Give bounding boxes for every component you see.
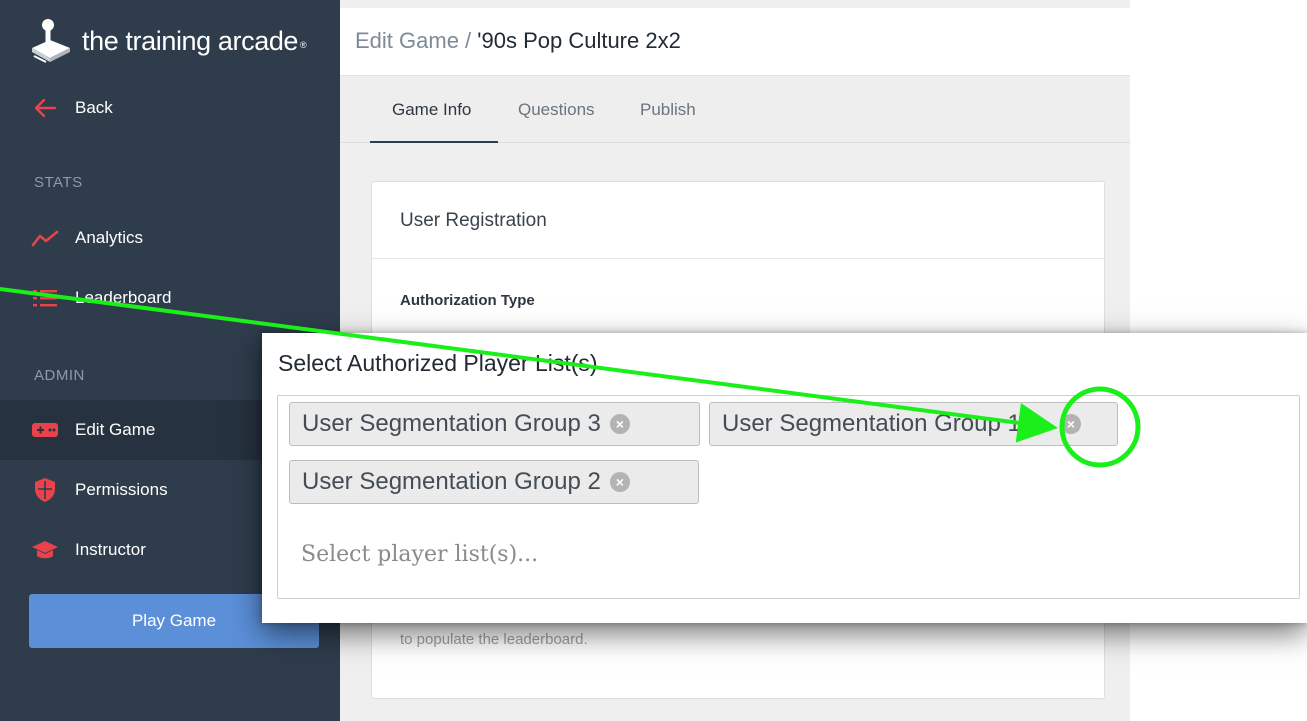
player-list-multiselect[interactable]: User Segmentation Group 3 × User Segment… [277, 395, 1300, 599]
shield-icon [30, 475, 60, 505]
breadcrumb-separator: / [458, 28, 478, 53]
chip-user-segmentation-group-2: User Segmentation Group 2 × [289, 460, 699, 504]
tab-game-info[interactable]: Game Info [370, 77, 498, 143]
section-admin-heading: ADMIN [34, 367, 85, 384]
brand-trademark: ® [300, 40, 307, 50]
arcade-logo-icon [32, 19, 70, 63]
chip-label: User Segmentation Group 1 [722, 410, 1021, 437]
trend-line-icon [30, 223, 60, 253]
back-label: Back [75, 98, 113, 117]
card-divider [372, 258, 1104, 259]
sidebar-item-label: Edit Game [75, 420, 156, 439]
player-list-title: Select Authorized Player List(s) [278, 350, 598, 376]
remove-chip-icon[interactable]: × [609, 414, 630, 434]
tab-questions[interactable]: Questions [518, 77, 595, 143]
leaderboard-help-text: to populate the leaderboard. [400, 631, 588, 648]
sidebar-item-leaderboard[interactable]: Leaderboard [0, 268, 340, 328]
gamepad-icon [30, 415, 60, 445]
section-stats-heading: STATS [34, 174, 83, 191]
tab-publish[interactable]: Publish [640, 77, 696, 143]
breadcrumb-parent[interactable]: Edit Game [355, 28, 459, 53]
arrow-left-icon [30, 93, 60, 123]
sidebar-item-label: Leaderboard [75, 288, 172, 307]
back-link[interactable]: Back [0, 78, 340, 138]
chip-label: User Segmentation Group 2 [302, 468, 601, 495]
chip-user-segmentation-group-3: User Segmentation Group 3 × [289, 402, 700, 446]
chip-user-segmentation-group-1: User Segmentation Group 1 × [709, 402, 1118, 446]
multiselect-placeholder[interactable]: Select player list(s)... [301, 542, 538, 567]
sidebar-item-label: Analytics [75, 228, 144, 247]
remove-chip-icon[interactable]: × [609, 472, 630, 492]
breadcrumb: Edit Game / '90s Pop Culture 2x2 [355, 28, 681, 54]
brand-logo[interactable]: the training arcade ® [30, 18, 307, 64]
sidebar-item-label: Instructor [75, 540, 146, 559]
list-icon [30, 283, 60, 313]
authorization-type-label: Authorization Type [400, 292, 535, 309]
page-header: Edit Game / '90s Pop Culture 2x2 [340, 8, 1130, 76]
breadcrumb-current: '90s Pop Culture 2x2 [477, 28, 681, 53]
card-title: User Registration [400, 210, 547, 231]
sidebar-item-analytics[interactable]: Analytics [0, 208, 340, 268]
graduation-cap-icon [30, 535, 60, 565]
chip-label: User Segmentation Group 3 [302, 410, 601, 437]
sidebar-item-label: Permissions [75, 480, 168, 499]
zoomed-player-list-panel: Select Authorized Player List(s) User Se… [262, 333, 1307, 623]
brand-name: the training arcade [82, 25, 299, 56]
remove-chip-icon[interactable]: × [1061, 414, 1081, 434]
tab-bar: Game Info Questions Publish [340, 77, 1130, 143]
